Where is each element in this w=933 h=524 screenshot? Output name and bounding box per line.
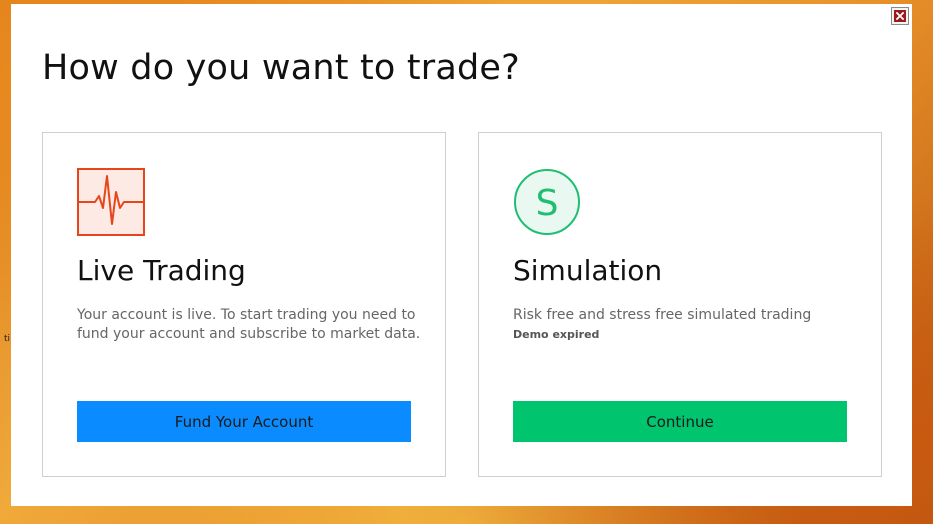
background-text-fragment: ti xyxy=(4,334,11,344)
live-trading-card: Live Trading Your account is live. To st… xyxy=(42,132,446,477)
pulse-chart-icon xyxy=(77,168,147,238)
dialog-title: How do you want to trade? xyxy=(42,48,520,88)
fund-your-account-button[interactable]: Fund Your Account xyxy=(77,401,411,442)
simulation-icon-letter: S xyxy=(536,183,559,224)
live-trading-description: Your account is live. To start trading y… xyxy=(77,307,421,342)
demo-status-label: Demo expired xyxy=(513,328,600,341)
simulation-card: S Simulation Risk free and stress free s… xyxy=(478,132,882,477)
continue-button[interactable]: Continue xyxy=(513,401,847,442)
live-trading-title: Live Trading xyxy=(77,254,246,287)
simulation-s-icon: S xyxy=(513,168,583,238)
close-button[interactable] xyxy=(891,7,909,25)
simulation-title: Simulation xyxy=(513,254,663,287)
simulation-description: Risk free and stress free simulated trad… xyxy=(513,307,812,323)
trade-mode-dialog: How do you want to trade? Live Trading Y… xyxy=(11,4,912,506)
close-icon xyxy=(894,10,906,22)
